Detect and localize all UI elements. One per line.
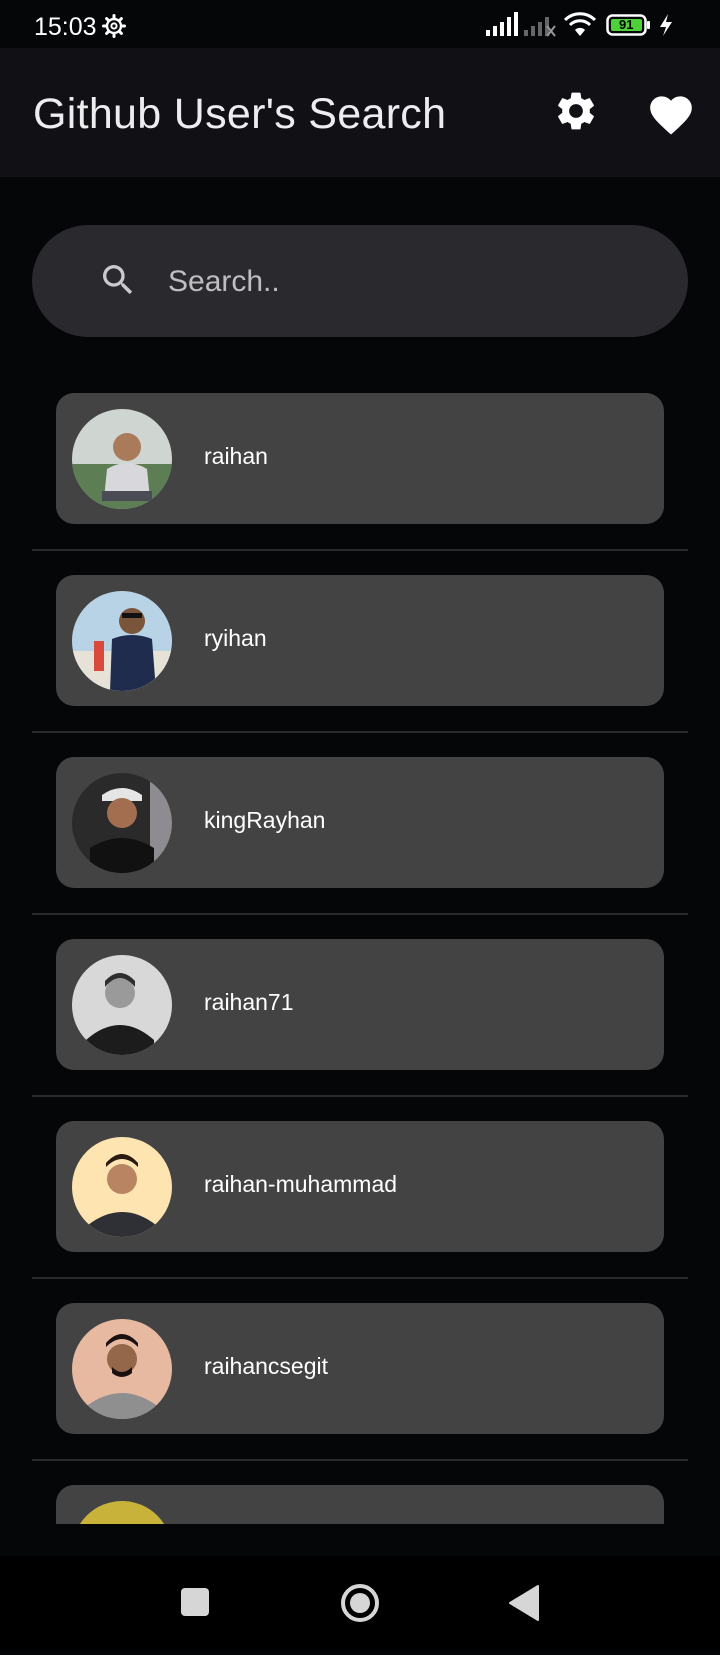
battery-level: 91 <box>619 17 634 32</box>
recents-button[interactable] <box>150 1556 240 1650</box>
divider <box>32 913 688 915</box>
settings-button[interactable] <box>553 88 599 134</box>
avatar <box>72 955 172 1055</box>
user-login: raihan-muhammad <box>204 1171 398 1197</box>
search-icon <box>98 260 138 305</box>
status-icons: 91 <box>486 12 686 42</box>
list-item: raihan71 <box>0 922 720 1104</box>
user-login: raihancsegit <box>204 1353 329 1379</box>
status-time: 15:03 <box>34 13 97 41</box>
list-item <box>0 1468 720 1524</box>
user-login: ryihan <box>204 625 267 651</box>
user-card[interactable]: raihan71 <box>56 939 664 1070</box>
wifi-icon <box>564 12 596 36</box>
list-item: ryihan <box>0 558 720 740</box>
charging-icon <box>660 14 672 36</box>
avatar <box>72 409 172 509</box>
back-icon <box>509 1585 539 1621</box>
avatar <box>72 1501 172 1524</box>
list-item: kingRayhan <box>0 740 720 922</box>
back-button[interactable] <box>478 1556 568 1650</box>
avatar <box>72 1137 172 1237</box>
divider <box>32 1459 688 1461</box>
system-nav-bar <box>0 1556 720 1650</box>
divider <box>32 549 688 551</box>
avatar <box>72 773 172 873</box>
settings-icon <box>558 92 594 130</box>
user-card[interactable]: raihan-muhammad <box>56 1121 664 1252</box>
search-input[interactable] <box>166 255 650 309</box>
user-card[interactable]: kingRayhan <box>56 757 664 888</box>
user-list[interactable]: raihan ryihan kingRayhan raihan71 raihan… <box>0 376 720 1524</box>
app-bar: Github User's Search <box>0 48 720 177</box>
user-login: raihan71 <box>204 989 294 1015</box>
status-bar: 15:03 91 <box>0 0 720 48</box>
divider <box>32 731 688 733</box>
heart-icon <box>650 96 692 135</box>
divider <box>32 1277 688 1279</box>
avatar <box>72 1319 172 1419</box>
signal-off-icon <box>524 17 556 37</box>
search-bar[interactable] <box>32 225 688 337</box>
home-button[interactable] <box>315 1556 405 1650</box>
list-item: raihancsegit <box>0 1286 720 1468</box>
user-card[interactable] <box>56 1485 664 1524</box>
list-item: raihan-muhammad <box>0 1104 720 1286</box>
home-icon <box>341 1584 379 1622</box>
user-card[interactable]: raihancsegit <box>56 1303 664 1434</box>
user-card[interactable]: ryihan <box>56 575 664 706</box>
gear-icon <box>102 14 126 43</box>
page-title: Github User's Search <box>33 90 447 138</box>
favorites-button[interactable] <box>646 90 696 136</box>
user-login: raihan <box>204 443 268 469</box>
user-card[interactable]: raihan <box>56 393 664 524</box>
signal-icon <box>486 12 518 36</box>
user-login: kingRayhan <box>204 807 326 833</box>
list-item: raihan <box>0 376 720 558</box>
recents-icon <box>181 1588 209 1616</box>
divider <box>32 1095 688 1097</box>
avatar <box>72 591 172 691</box>
